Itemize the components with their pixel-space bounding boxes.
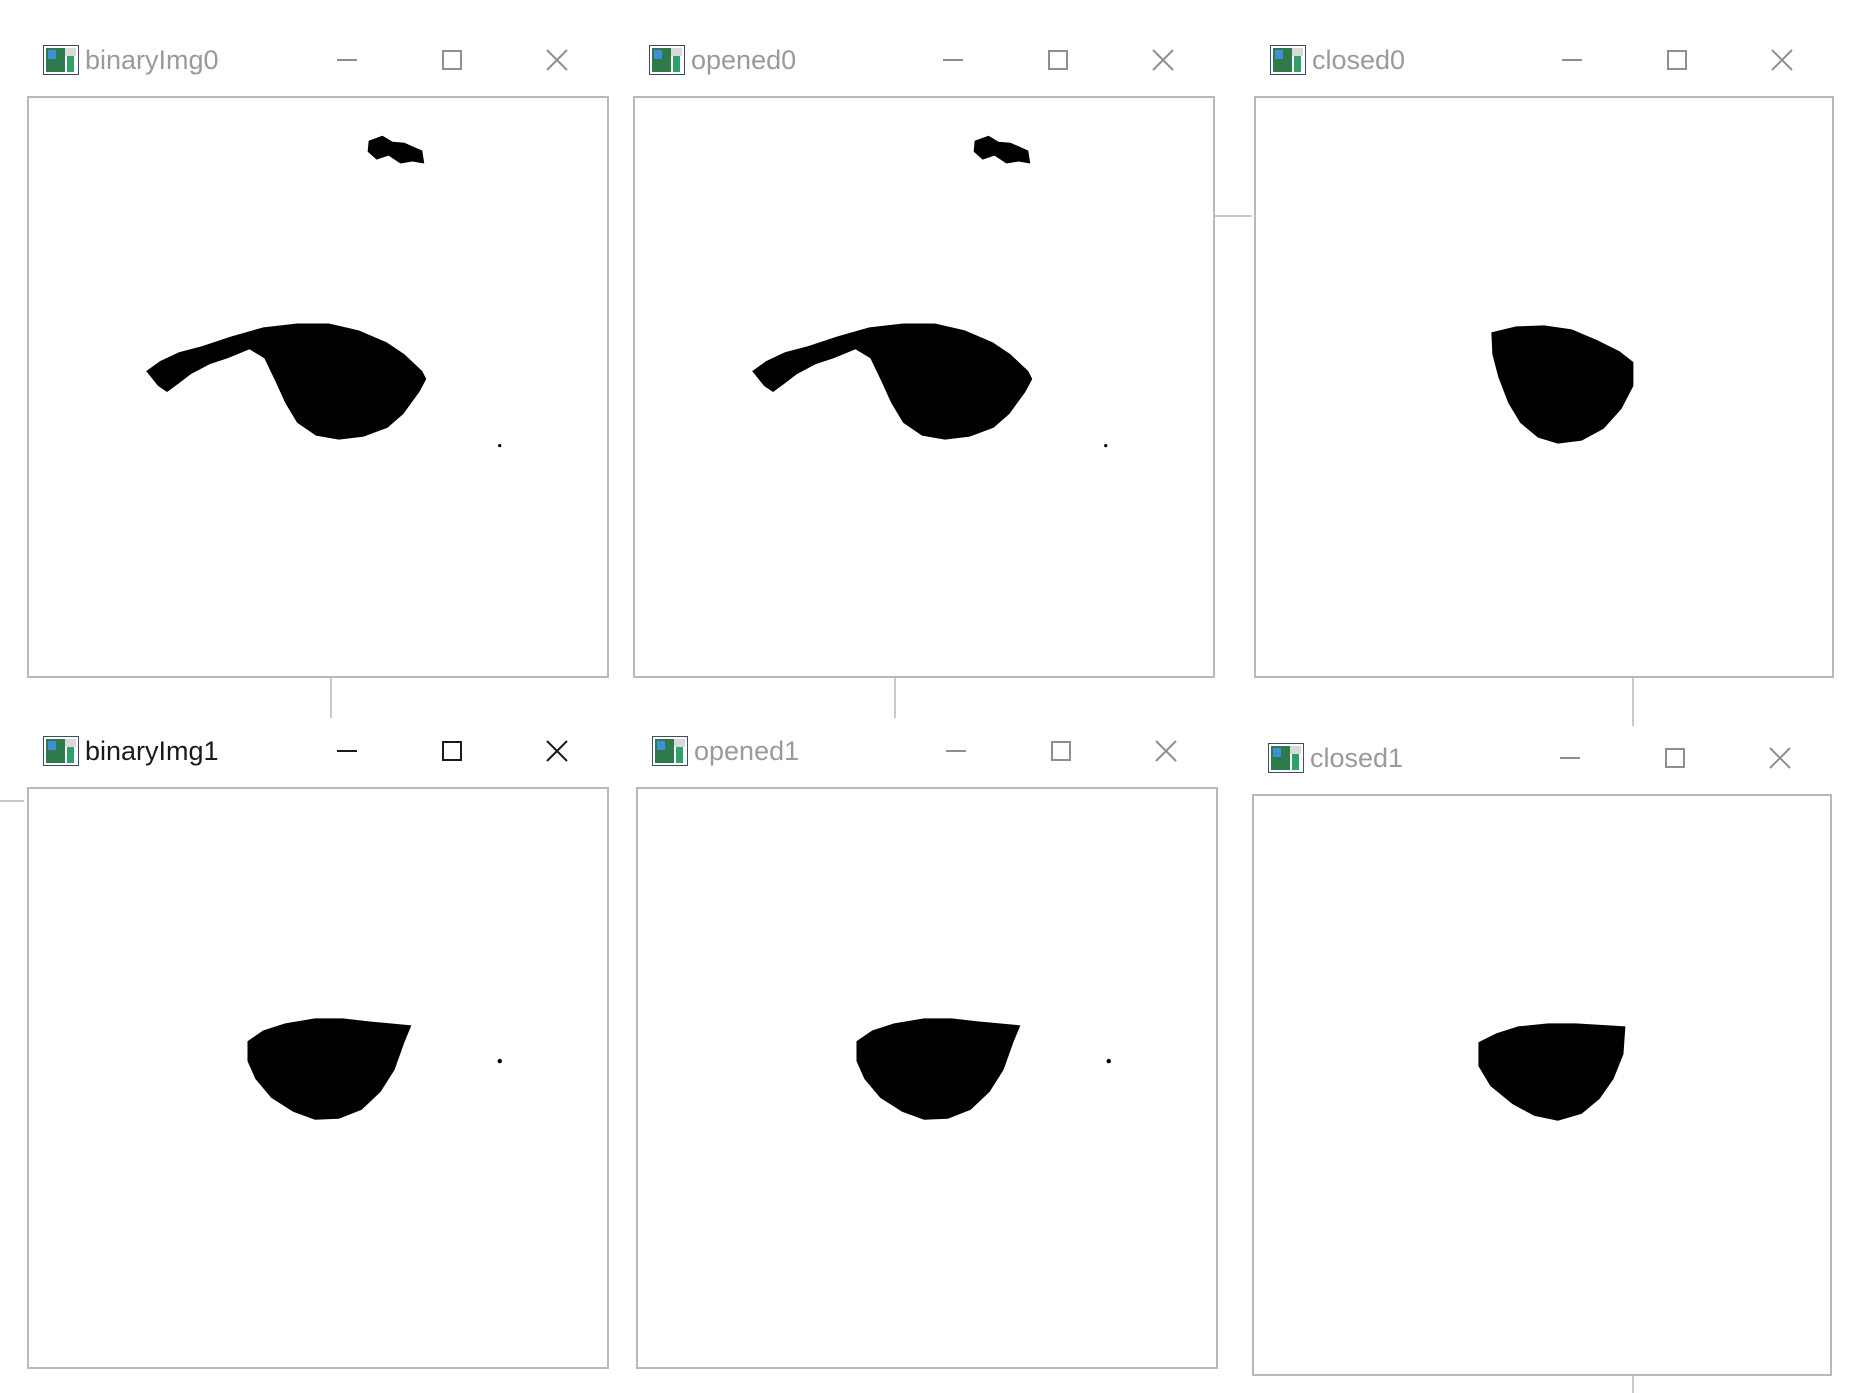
image-window-icon	[1268, 743, 1304, 773]
mask-blob	[752, 323, 1033, 440]
mask-speck	[1104, 444, 1108, 448]
image-window-icon	[43, 736, 79, 766]
window-closed0: closed0	[1254, 28, 1834, 678]
close-button[interactable]	[535, 731, 579, 771]
maximize-button[interactable]	[1655, 40, 1699, 80]
mask-blob	[247, 1018, 412, 1120]
maximize-button[interactable]	[1039, 731, 1083, 771]
close-icon	[1769, 747, 1791, 769]
minimize-button[interactable]	[325, 40, 369, 80]
window-closed1: closed1	[1252, 726, 1832, 1376]
image-window-icon	[649, 45, 685, 75]
maximize-icon	[1667, 50, 1687, 70]
minimize-icon	[337, 59, 357, 61]
window-binaryimg0: binaryImg0	[27, 28, 609, 678]
maximize-button[interactable]	[430, 731, 474, 771]
background-window-edge	[0, 800, 24, 802]
background-window-edge	[330, 676, 332, 718]
image-canvas	[636, 787, 1218, 1369]
close-icon	[1152, 49, 1174, 71]
window-opened1: opened1	[636, 719, 1218, 1369]
mask-blob	[146, 323, 427, 440]
close-button[interactable]	[535, 40, 579, 80]
minimize-button[interactable]	[934, 731, 978, 771]
maximize-button[interactable]	[1036, 40, 1080, 80]
minimize-icon	[1560, 757, 1580, 759]
image-canvas	[27, 96, 609, 678]
maximize-icon	[1051, 741, 1071, 761]
mask-blob	[367, 135, 425, 164]
mask-speck	[498, 444, 502, 448]
title-bar[interactable]: closed0	[1254, 28, 1834, 96]
close-icon	[1771, 49, 1793, 71]
window-opened0: opened0	[633, 28, 1215, 678]
maximize-icon	[442, 741, 462, 761]
image-canvas	[27, 787, 609, 1369]
image-canvas	[1254, 96, 1834, 678]
mask-blob	[1478, 1023, 1626, 1121]
minimize-icon	[337, 750, 357, 752]
mask-blob	[973, 135, 1031, 164]
maximize-button[interactable]	[430, 40, 474, 80]
image-window-icon	[1270, 45, 1306, 75]
mask-speck	[497, 1058, 502, 1064]
window-binaryimg1: binaryImg1	[27, 719, 609, 1369]
image-window-icon	[43, 45, 79, 75]
background-window-edge	[1632, 676, 1634, 726]
maximize-icon	[1048, 50, 1068, 70]
background-window-edge	[894, 676, 896, 718]
close-icon	[1155, 740, 1177, 762]
close-button[interactable]	[1144, 731, 1188, 771]
window-title: closed1	[1310, 743, 1404, 773]
mask-blob	[856, 1018, 1021, 1120]
title-bar[interactable]: opened1	[636, 719, 1218, 787]
minimize-button[interactable]	[1548, 738, 1592, 778]
title-bar[interactable]: closed1	[1252, 726, 1832, 794]
background-window-edge	[1210, 215, 1252, 217]
window-title: closed0	[1312, 45, 1406, 75]
close-button[interactable]	[1141, 40, 1185, 80]
title-bar[interactable]: binaryImg1	[27, 719, 609, 787]
minimize-button[interactable]	[325, 731, 369, 771]
close-button[interactable]	[1758, 738, 1802, 778]
image-window-icon	[652, 736, 688, 766]
minimize-icon	[943, 59, 963, 61]
title-bar[interactable]: binaryImg0	[27, 28, 609, 96]
close-button[interactable]	[1760, 40, 1804, 80]
close-icon	[546, 49, 568, 71]
mask-speck	[1106, 1058, 1111, 1064]
window-title: opened0	[691, 45, 797, 75]
image-canvas	[633, 96, 1215, 678]
minimize-button[interactable]	[1550, 40, 1594, 80]
maximize-button[interactable]	[1653, 738, 1697, 778]
background-window-edge	[1632, 1374, 1634, 1393]
close-icon	[546, 740, 568, 762]
minimize-icon	[1562, 59, 1582, 61]
title-bar[interactable]: opened0	[633, 28, 1215, 96]
mask-blob	[1491, 325, 1634, 444]
window-title: binaryImg1	[85, 736, 219, 766]
window-title: binaryImg0	[85, 45, 219, 75]
image-canvas	[1252, 794, 1832, 1376]
maximize-icon	[1665, 748, 1685, 768]
maximize-icon	[442, 50, 462, 70]
minimize-button[interactable]	[931, 40, 975, 80]
minimize-icon	[946, 750, 966, 752]
window-title: opened1	[694, 736, 800, 766]
